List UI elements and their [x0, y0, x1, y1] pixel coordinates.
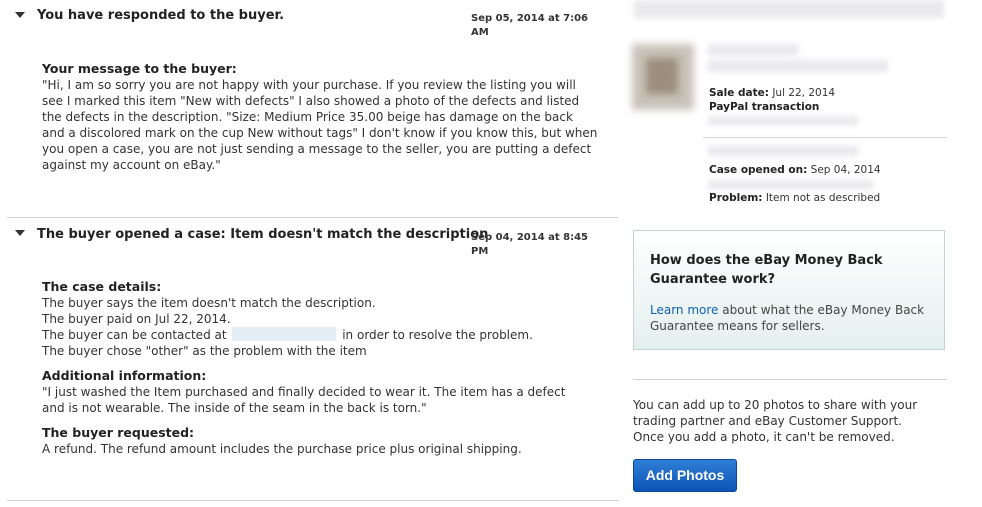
sale-date: Sale date: Jul 22, 2014	[709, 87, 835, 99]
paypal-transaction: PayPal transaction	[709, 101, 819, 113]
details-line: The buyer says the item doesn't match th…	[42, 296, 376, 310]
case-opened-label: Case opened on:	[709, 164, 808, 176]
message-text: "Hi, I am so sorry you are not happy wit…	[42, 78, 598, 172]
redacted-item-title	[634, 0, 944, 18]
contact-suffix: in order to resolve the problem.	[342, 328, 533, 342]
entry-date: Sep 05, 2014 at 7:06 AM	[471, 13, 589, 38]
sale-date-label: Sale date:	[709, 87, 769, 99]
redacted-transaction-id	[708, 116, 858, 125]
details-contact-line: The buyer can be contacted at in order t…	[42, 327, 602, 343]
redacted-item-text	[708, 60, 888, 72]
additional-text: "I just washed the Item purchased and fi…	[42, 385, 566, 415]
divider	[703, 137, 947, 138]
case-opened-value: Sep 04, 2014	[810, 164, 881, 176]
entry-title: You have responded to the buyer.	[37, 8, 285, 23]
history-entry-case-opened: The buyer opened a case: Item doesn't ma…	[7, 217, 618, 501]
entry-date: Sep 04, 2014 at 8:45 PM	[471, 232, 589, 257]
requested-text: A refund. The refund amount includes the…	[42, 442, 522, 456]
guarantee-title: How does the eBay Money Back Guarantee w…	[650, 253, 883, 287]
details-line: The buyer paid on Jul 22, 2014.	[42, 312, 231, 326]
collapse-triangle-icon[interactable]	[15, 12, 25, 18]
add-photos-button[interactable]: Add Photos	[633, 459, 737, 492]
item-thumbnail-detail	[646, 58, 678, 94]
collapse-triangle-icon[interactable]	[15, 230, 25, 236]
redacted-email	[232, 327, 337, 341]
history-entry-response: You have responded to the buyer. Sep 05,…	[7, 0, 618, 217]
redacted-case-info	[708, 180, 873, 189]
divider	[633, 379, 946, 380]
message-heading: Your message to the buyer:	[42, 61, 237, 76]
problem-label: Problem:	[709, 192, 763, 204]
redacted-item-text	[708, 44, 798, 56]
case-history: You have responded to the buyer. Sep 05,…	[0, 0, 620, 507]
additional-heading: Additional information:	[42, 368, 207, 383]
contact-prefix: The buyer can be contacted at	[42, 328, 227, 342]
details-heading: The case details:	[42, 279, 162, 294]
problem-value: Item not as described	[765, 192, 881, 204]
learn-more-link[interactable]: Learn more	[650, 303, 718, 317]
details-line: The buyer chose "other" as the problem w…	[42, 344, 367, 358]
problem: Problem: Item not as described	[709, 192, 880, 204]
case-opened: Case opened on: Sep 04, 2014	[709, 164, 881, 176]
paypal-label: PayPal transaction	[709, 101, 820, 113]
money-back-guarantee-box: How does the eBay Money Back Guarantee w…	[633, 230, 945, 350]
photos-info-text: You can add up to 20 photos to share wit…	[633, 398, 918, 444]
redacted-case-id	[708, 146, 858, 156]
requested-heading: The buyer requested:	[42, 425, 195, 440]
guarantee-text: Learn more about what the eBay Money Bac…	[650, 302, 935, 334]
case-sidebar: Sale date: Jul 22, 2014 PayPal transacti…	[628, 0, 982, 507]
sale-date-value: Jul 22, 2014	[772, 87, 836, 99]
entry-title: The buyer opened a case: Item doesn't ma…	[37, 227, 489, 242]
